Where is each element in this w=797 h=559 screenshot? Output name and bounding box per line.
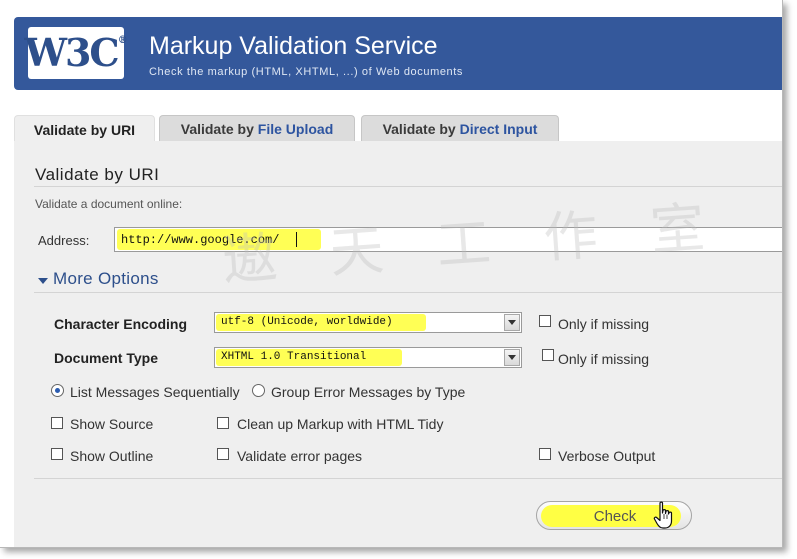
list-sequentially-radio[interactable] (51, 384, 64, 397)
list-sequentially-label: List Messages Sequentially (70, 384, 240, 400)
doctype-only-if-missing-label: Only if missing (558, 351, 650, 367)
divider (34, 292, 782, 293)
tab-label: Validate by URI (33, 121, 136, 138)
tab-validate-by-uri[interactable]: Validate by URI (14, 115, 155, 143)
validate-panel: Validate by URI Validate a document onli… (14, 141, 782, 547)
address-value: http://www.google.com/ (121, 233, 280, 247)
address-input[interactable]: http://www.google.com/ (114, 227, 782, 252)
chevron-down-icon[interactable] (504, 314, 520, 331)
cleanup-tidy-label: Clean up Markup with HTML Tidy (237, 416, 444, 432)
show-source-label: Show Source (70, 416, 154, 432)
show-outline-checkbox[interactable] (51, 448, 63, 460)
show-source-checkbox[interactable] (51, 417, 63, 429)
encoding-only-if-missing-label: Only if missing (558, 316, 650, 332)
doctype-label: Document Type (54, 350, 158, 366)
section-title: Validate by URI (35, 165, 160, 184)
validate-error-pages-checkbox[interactable] (217, 448, 229, 460)
tab-validate-by-direct-input[interactable]: Validate by Direct Input (361, 115, 559, 142)
validate-error-pages-label: Validate error pages (237, 448, 363, 464)
encoding-select[interactable]: utf-8 (Unicode, worldwide) (214, 312, 522, 333)
verbose-output-label: Verbose Output (558, 448, 656, 464)
w3c-logo-text: W3C® (24, 30, 128, 75)
tab-label: Validate by File Upload (180, 121, 334, 137)
hand-cursor-icon (653, 501, 673, 529)
header-banner: W3C® Markup Validation Service Check the… (14, 17, 782, 90)
show-outline-label: Show Outline (70, 448, 154, 464)
encoding-value: utf-8 (Unicode, worldwide) (221, 316, 393, 328)
encoding-label: Character Encoding (54, 316, 188, 332)
doctype-value: XHTML 1.0 Transitional (221, 351, 367, 363)
tab-label: Validate by Direct Input (382, 121, 538, 137)
cleanup-tidy-checkbox[interactable] (217, 417, 229, 429)
validator-page: W3C® Markup Validation Service Check the… (0, 0, 783, 548)
divider (34, 186, 782, 187)
group-errors-radio[interactable] (252, 384, 265, 397)
expand-triangle-icon[interactable] (38, 278, 48, 284)
address-label: Address: (38, 233, 90, 248)
radio-selected-dot (55, 388, 60, 393)
w3c-logo[interactable]: W3C® (24, 27, 128, 79)
doctype-select[interactable]: XHTML 1.0 Transitional (214, 347, 522, 368)
doctype-only-if-missing-checkbox[interactable] (542, 349, 554, 361)
page-title: Markup Validation Service (149, 32, 438, 60)
chevron-down-icon[interactable] (504, 349, 520, 366)
group-errors-label: Group Error Messages by Type (271, 384, 466, 400)
more-options-toggle[interactable]: More Options (53, 269, 159, 289)
section-description: Validate a document online: (35, 197, 183, 211)
verbose-output-checkbox[interactable] (539, 448, 551, 460)
text-caret (296, 232, 297, 247)
divider (34, 478, 782, 479)
tab-validate-by-file-upload[interactable]: Validate by File Upload (159, 115, 355, 142)
encoding-only-if-missing-checkbox[interactable] (539, 315, 551, 327)
page-subtitle: Check the markup (HTML, XHTML, ...) of W… (149, 66, 464, 78)
